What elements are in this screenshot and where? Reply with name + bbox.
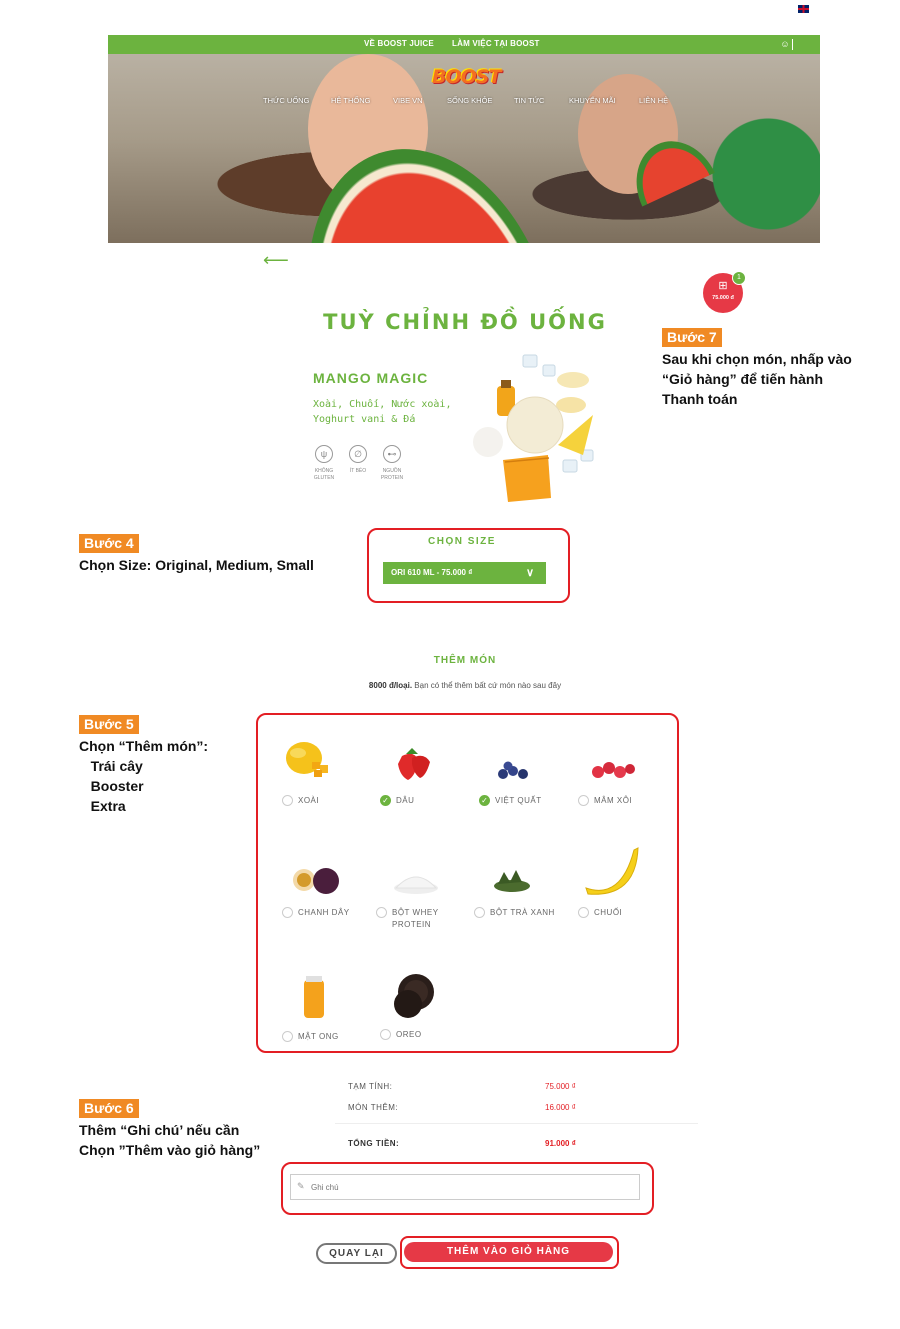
total-value: 91.000 ₫ — [545, 1139, 576, 1148]
product-image — [473, 354, 594, 502]
divider — [792, 39, 793, 50]
raspberry-checkbox[interactable] — [578, 795, 589, 806]
cart-amount: 75.000 đ — [712, 295, 734, 301]
strawberry-image — [398, 748, 430, 780]
passion-fruit-image — [293, 868, 339, 894]
step7-text: Sau khi chọn món, nhấp vào “Giỏ hàng” để… — [662, 351, 852, 407]
nav-contact[interactable]: LIÊN HỆ — [639, 96, 668, 105]
note-input[interactable] — [290, 1174, 640, 1200]
size-title: CHỌN SIZE — [428, 536, 496, 547]
feature-protein: ⊷ NGUỒN PROTEIN — [377, 445, 407, 482]
nav-news[interactable]: TIN TỨC — [514, 96, 544, 105]
banana-checkbox[interactable] — [578, 907, 589, 918]
product-name: MANGO MAGIC — [313, 370, 429, 386]
extras-subtitle: 8000 đ/loại. Bạn có thể thêm bất cứ món … — [368, 681, 562, 690]
strawberry-checkbox[interactable]: ✓ — [380, 795, 391, 806]
blueberry-image — [498, 761, 528, 779]
subtotal-value: 75.000 ₫ — [545, 1082, 576, 1091]
product-description: Xoài, Chuối, Nước xoài, Yoghurt vani & Đ… — [313, 399, 452, 425]
step5-tag: Bước 5 — [79, 715, 139, 734]
raspberry-image — [592, 762, 635, 778]
honey-checkbox[interactable] — [282, 1031, 293, 1042]
leaf-icon: ∅ — [349, 445, 367, 463]
oreo-checkbox[interactable] — [380, 1029, 391, 1040]
step6-tag: Bước 6 — [79, 1099, 139, 1118]
nav-drinks[interactable]: THỨC UỐNG — [263, 96, 309, 105]
passion-fruit-checkbox[interactable] — [282, 907, 293, 918]
nav-stores[interactable]: HỆ THỐNG — [331, 96, 370, 105]
feature-gluten-free: ψ KHÔNG GLUTEN — [309, 445, 339, 482]
dumbbell-icon: ⊷ — [383, 445, 401, 463]
step6-text: Thêm “Ghi chú’ nếu cần Chọn ”Thêm vào gi… — [79, 1122, 261, 1158]
step7-tag: Bước 7 — [662, 328, 722, 347]
careers-link[interactable]: LÀM VIỆC TẠI BOOST — [452, 39, 540, 48]
extras-title: THÊM MÓN — [433, 655, 497, 666]
matcha-checkbox[interactable] — [474, 907, 485, 918]
honey-jar-image — [304, 976, 324, 1018]
mango-checkbox[interactable] — [282, 795, 293, 806]
top-bar: VỀ BOOST JUICE LÀM VIỆC TẠI BOOST ☺ — [108, 35, 820, 54]
whey-powder-image — [394, 876, 438, 894]
nav-vibe[interactable]: VIBE VN — [393, 96, 423, 105]
step5-text: Chọn “Thêm món”: Trái cây Booster Extra — [79, 738, 209, 814]
boost-logo[interactable]: BOOST — [432, 64, 501, 90]
nav-promotions[interactable]: KHUYẾN MÃI — [569, 96, 616, 105]
uk-flag-icon[interactable] — [797, 4, 810, 14]
chevron-down-icon: ∨ — [525, 567, 534, 579]
arrow-left-icon[interactable]: ⟵ — [263, 251, 289, 269]
subtotal-label: TẠM TÍNH: — [348, 1082, 393, 1091]
blueberry-checkbox[interactable]: ✓ — [479, 795, 490, 806]
feature-low-fat: ∅ ÍT BÉO — [343, 445, 373, 475]
user-icon[interactable]: ☺ — [780, 38, 790, 50]
extras-label: MÓN THÊM: — [348, 1103, 399, 1112]
step4-tag: Bước 4 — [79, 534, 139, 553]
whey-protein-checkbox[interactable] — [376, 907, 387, 918]
total-label: TỔNG TIỀN: — [348, 1139, 400, 1148]
matcha-image — [494, 870, 530, 892]
add-to-cart-button[interactable]: THÊM VÀO GIỎ HÀNG — [404, 1242, 613, 1262]
oreo-image — [394, 974, 434, 1018]
divider — [335, 1123, 698, 1124]
wheat-icon: ψ — [315, 445, 333, 463]
note-icon: ✎ — [297, 1181, 305, 1191]
extras-value: 16.000 ₫ — [545, 1103, 576, 1112]
about-link[interactable]: VỀ BOOST JUICE — [364, 39, 434, 48]
size-select[interactable]: ORI 610 ML - 75.000 ₫ ∨ — [383, 562, 546, 584]
page-title: TUỲ CHỈNH ĐỒ UỐNG — [323, 310, 607, 334]
step4-text: Chọn Size: Original, Medium, Small — [79, 557, 314, 573]
mango-image — [286, 742, 328, 777]
back-button[interactable]: QUAY LẠI — [316, 1243, 397, 1264]
nav-health[interactable]: SỐNG KHỎE — [447, 96, 492, 105]
banana-image — [585, 847, 639, 895]
cart-button[interactable]: ⊞ 75.000 đ 1 — [703, 271, 746, 313]
cart-count-badge: 1 — [732, 271, 746, 285]
size-selected-value: ORI 610 ML - 75.000 ₫ — [391, 568, 473, 577]
